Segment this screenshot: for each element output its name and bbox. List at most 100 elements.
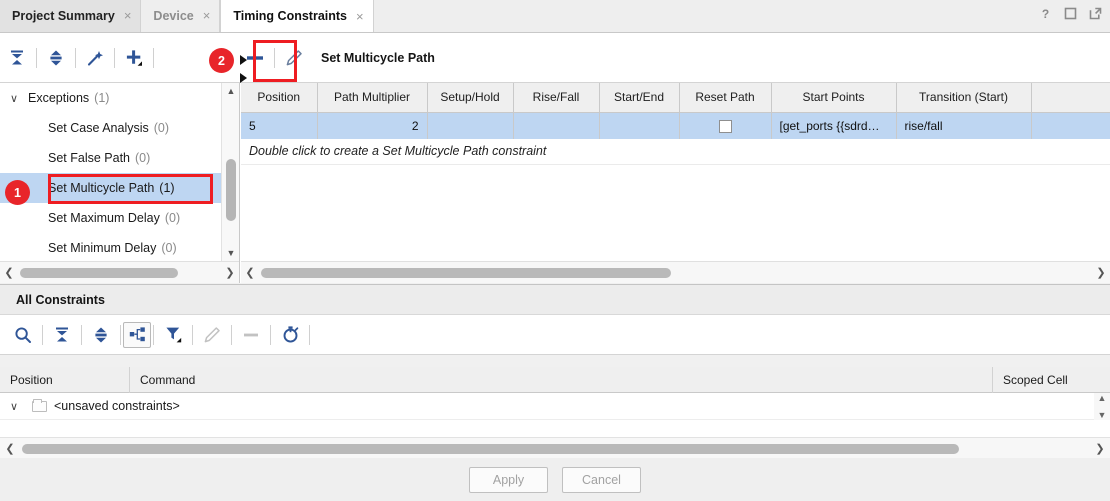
tab-label: Timing Constraints (233, 9, 347, 23)
list-item[interactable]: ∨ <unsaved constraints> (0, 393, 1110, 420)
scroll-right-icon[interactable]: ❯ (1090, 442, 1110, 455)
tree-item-set-case-analysis[interactable]: Set Case Analysis (0) (0, 113, 222, 143)
column-header-setup-hold[interactable]: Setup/Hold (427, 83, 514, 113)
expand-all-icon[interactable] (39, 41, 73, 75)
tree-item-set-minimum-delay[interactable]: Set Minimum Delay (0) (0, 233, 222, 261)
constraint-tree: ∨ Exceptions (1) Set Case Analysis (0) S… (0, 83, 222, 261)
scroll-right-icon[interactable]: ❯ (1092, 266, 1110, 279)
tab-device[interactable]: Device × (141, 0, 221, 32)
cell-start-end[interactable] (599, 112, 680, 139)
add-dropdown-icon[interactable] (117, 41, 151, 75)
column-header-start-points[interactable]: Start Points (771, 83, 897, 113)
close-icon[interactable]: × (124, 9, 132, 22)
scrollbar-thumb[interactable] (20, 267, 178, 278)
scroll-left-icon[interactable]: ❮ (241, 266, 259, 279)
search-icon[interactable] (6, 318, 40, 352)
column-header-scoped-cell[interactable]: Scoped Cell (993, 367, 1110, 393)
cell-setup-hold[interactable] (427, 112, 514, 139)
all-constraints-rows: ∨ <unsaved constraints> (0, 393, 1110, 438)
filter-icon[interactable] (156, 318, 190, 352)
toolbar-separator (192, 324, 193, 345)
scroll-left-icon[interactable]: ❮ (0, 266, 18, 279)
cell-start-points[interactable]: [get_ports {{sdrd… (771, 112, 897, 139)
scroll-down-icon[interactable]: ▼ (222, 245, 240, 261)
toolbar-separator (231, 324, 232, 345)
cell-position[interactable]: 5 (241, 112, 318, 139)
cell-reset-path[interactable] (679, 112, 772, 139)
tab-project-summary[interactable]: Project Summary × (0, 0, 142, 32)
tree-item-set-maximum-delay[interactable]: Set Maximum Delay (0) (0, 203, 222, 233)
column-header-overflow[interactable] (1031, 83, 1110, 113)
column-header-command[interactable]: Command (130, 366, 993, 393)
expand-all-icon[interactable] (84, 318, 118, 352)
constraint-table: Position Path Multiplier Setup/Hold Rise… (241, 83, 1110, 165)
apply-button[interactable]: Apply (469, 466, 548, 493)
column-header-rise-fall[interactable]: Rise/Fall (513, 83, 600, 113)
all-constraints-vertical-scrollbar[interactable]: ▲ ▼ (1094, 393, 1110, 420)
dialog-footer: Apply Cancel (0, 458, 1110, 501)
cell-transition-start[interactable]: rise/fall (896, 112, 1032, 139)
scrollbar-thumb[interactable] (22, 443, 959, 454)
all-constraints-horizontal-scrollbar[interactable]: ❮ ❯ (0, 437, 1110, 458)
tree-item-set-false-path[interactable]: Set False Path (0) (0, 143, 222, 173)
column-header-transition-start[interactable]: Transition (Start) (896, 83, 1032, 113)
mouse-cursor (240, 55, 247, 65)
tree-item-count: (1) (94, 91, 110, 105)
column-header-position[interactable]: Position (0, 366, 130, 393)
magic-wand-icon[interactable] (78, 41, 112, 75)
table-hint-row[interactable]: Double click to create a Set Multicycle … (241, 139, 1110, 165)
collapse-all-icon[interactable] (45, 318, 79, 352)
help-icon[interactable]: ? (1038, 6, 1052, 20)
tab-bar: Project Summary × Device × Timing Constr… (0, 0, 1110, 33)
close-icon[interactable]: × (203, 9, 211, 22)
column-header-reset-path[interactable]: Reset Path (679, 83, 772, 113)
scroll-down-icon[interactable]: ▼ (1098, 410, 1107, 420)
close-icon[interactable]: × (356, 10, 364, 23)
cell-overflow[interactable] (1031, 112, 1110, 139)
reset-timer-icon[interactable] (273, 318, 307, 352)
scroll-right-icon[interactable]: ❯ (221, 266, 239, 279)
collapse-all-icon[interactable] (0, 41, 34, 75)
cell-rise-fall[interactable] (513, 112, 600, 139)
scrollbar-track[interactable] (259, 262, 1092, 284)
tree-item-exceptions[interactable]: ∨ Exceptions (1) (0, 83, 222, 113)
timing-constraints-window: Project Summary × Device × Timing Constr… (0, 0, 1110, 501)
tab-timing-constraints[interactable]: Timing Constraints × (220, 0, 374, 32)
tree-item-count: (0) (164, 211, 181, 225)
table-row[interactable]: 5 2 [get_ports {{sdrd… rise/fall (241, 112, 1110, 139)
maximize-icon[interactable] (1063, 6, 1077, 20)
scroll-up-icon[interactable]: ▲ (1098, 393, 1107, 403)
chevron-down-icon[interactable]: ∨ (10, 92, 24, 105)
constraint-toolbar: Set Multicycle Path (0, 33, 1110, 83)
scrollbar-track[interactable] (18, 262, 221, 284)
scroll-up-icon[interactable]: ▲ (222, 83, 240, 99)
toolbar-right-group: Set Multicycle Path (204, 41, 435, 75)
scrollbar-thumb[interactable] (261, 267, 671, 278)
tab-label: Project Summary (12, 8, 115, 23)
tree-item-label: Set Case Analysis (48, 121, 149, 135)
remove-icon (234, 318, 268, 352)
tree-horizontal-scrollbar[interactable]: ❮ ❯ (0, 261, 239, 283)
column-header-position[interactable]: Position (241, 83, 318, 113)
all-constraints-header-row: Position Command Scoped Cell (0, 366, 1110, 393)
toolbar-separator (270, 324, 271, 345)
table-horizontal-scrollbar[interactable]: ❮ ❯ (241, 261, 1110, 283)
scrollbar-thumb[interactable] (226, 159, 236, 221)
hierarchy-icon[interactable] (123, 321, 151, 348)
column-header-path-multiplier[interactable]: Path Multiplier (317, 83, 428, 113)
edit-icon (195, 318, 229, 352)
toolbar-title: Set Multicycle Path (321, 50, 435, 65)
cell-path-multiplier[interactable]: 2 (317, 112, 428, 139)
reset-path-checkbox[interactable] (718, 119, 732, 133)
chevron-down-icon[interactable]: ∨ (10, 400, 24, 413)
tree-vertical-scrollbar[interactable]: ▲ ▼ (221, 83, 239, 261)
toolbar-separator (153, 324, 154, 345)
tree-item-count: (0) (135, 151, 151, 165)
cancel-button[interactable]: Cancel (562, 466, 641, 493)
column-header-start-end[interactable]: Start/End (599, 83, 680, 113)
scrollbar-track[interactable] (20, 438, 1090, 459)
toolbar-separator (36, 47, 37, 68)
annotation-box-tree (48, 174, 213, 204)
scroll-left-icon[interactable]: ❮ (0, 442, 20, 455)
float-window-icon[interactable] (1088, 6, 1102, 20)
